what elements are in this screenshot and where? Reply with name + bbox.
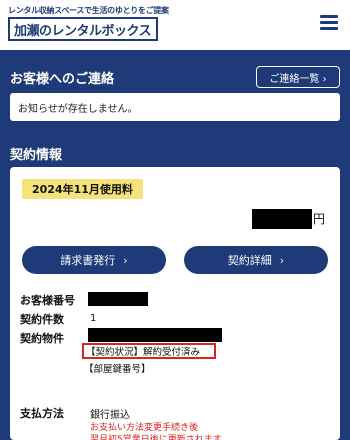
contract-status-highlight: 【契約状況】解約受付済み — [82, 343, 216, 359]
app-header: レンタル収納スペースで生活のゆとりをご提案 加瀬のレンタルボックス — [0, 0, 350, 50]
redacted-amount — [252, 209, 312, 229]
contract-detail-button[interactable]: 契約詳細 › — [184, 246, 328, 274]
chevron-right-icon: › — [123, 253, 128, 267]
brand-tagline: レンタル収納スペースで生活のゆとりをご提案 — [8, 6, 169, 15]
contract-section-title: 契約情報 — [10, 148, 63, 163]
customer-number-label: お客様番号 — [20, 294, 75, 307]
notice-message: お知らせが存在しません。 — [10, 93, 340, 121]
brand-name: 加瀬のレンタルボックス — [8, 17, 158, 41]
notice-section-title: お客様へのご連絡 — [10, 72, 115, 87]
contract-detail-label: 契約詳細 — [227, 254, 272, 267]
payment-method-value: 銀行振込 — [90, 410, 130, 421]
payment-update-note: 翌月初5営業日後に更新されます。 — [90, 435, 230, 440]
amount-unit: 円 — [313, 212, 326, 226]
contract-card: 2024年11月使用料 円 請求書発行 › 契約詳細 › お客様番号 契約件数 … — [10, 167, 340, 440]
redacted-property-name — [88, 328, 222, 342]
hamburger-menu-icon[interactable] — [320, 15, 338, 31]
invoice-issue-button[interactable]: 請求書発行 › — [22, 246, 166, 274]
chevron-right-icon: › — [279, 253, 285, 267]
contract-count-value: 1 — [90, 313, 97, 324]
brand-logo[interactable]: レンタル収納スペースで生活のゆとりをご提案 加瀬のレンタルボックス — [8, 5, 169, 43]
fee-period-badge: 2024年11月使用料 — [22, 179, 143, 199]
contract-property-label: 契約物件 — [20, 332, 64, 345]
room-key-number-label: 【部屋鍵番号】 — [84, 364, 151, 375]
contract-status-text: 【契約状況】解約受付済み — [86, 347, 201, 358]
invoice-issue-label: 請求書発行 — [60, 254, 116, 267]
payment-method-label: 支払方法 — [20, 407, 64, 420]
redacted-customer-number — [88, 292, 148, 306]
contract-count-label: 契約件数 — [20, 313, 64, 326]
contact-list-button[interactable]: ご連絡一覧 › — [256, 66, 340, 88]
